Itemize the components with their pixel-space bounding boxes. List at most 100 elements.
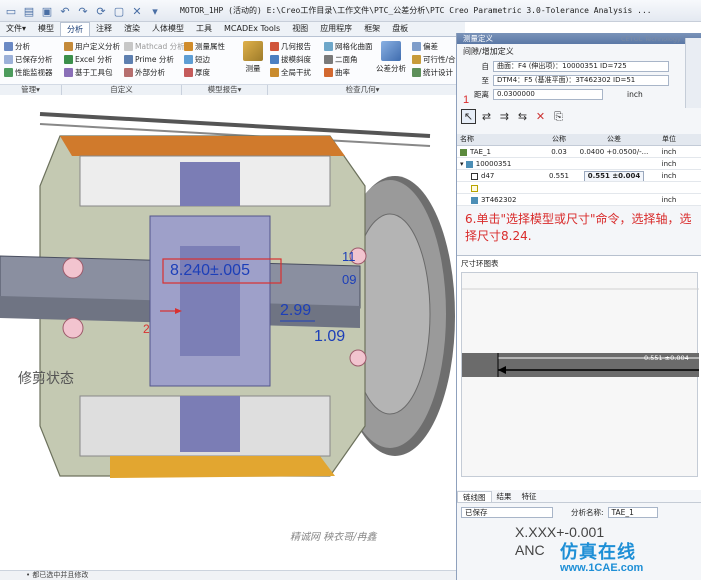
new-file-icon[interactable]: ▭: [4, 4, 18, 18]
anc-text: ANC: [515, 542, 545, 558]
chain-table: 名称 公称 公差 单位 TAE_1 0.03 0.0400 +0.0500/-.…: [457, 134, 701, 206]
tolerance-cell-field[interactable]: 0.551 ±0.004: [583, 171, 645, 181]
ribbon-external-analysis-button[interactable]: 外部分析: [124, 66, 185, 78]
add-chain-button[interactable]: ⇄: [479, 109, 494, 124]
ribbon-group-labels: 管理▾ 自定义 模型报告▾ 检查几何▾: [0, 84, 458, 95]
ribbon-deviation-button[interactable]: 偏差: [412, 40, 456, 52]
ribbon-geometry-report-button[interactable]: 几何报告: [270, 40, 311, 52]
ribbon-curvature-button[interactable]: 曲率: [324, 66, 373, 78]
tab-annotate[interactable]: 注释: [90, 22, 118, 36]
ribbon-toolkit-button[interactable]: 基于工具包: [64, 66, 120, 78]
ribbon-analysis-button[interactable]: 分析: [4, 40, 53, 52]
tab-mcadex-tools[interactable]: MCADEx Tools: [218, 22, 286, 36]
brand-watermark: 仿真在线: [560, 542, 636, 563]
tab-plate[interactable]: 盘板: [386, 22, 414, 36]
ribbon-mesh-surface-button[interactable]: 网格化曲面: [324, 40, 373, 52]
regenerate-icon[interactable]: ⟳: [94, 4, 108, 18]
window-icon[interactable]: ▢: [112, 4, 126, 18]
tab-manikin[interactable]: 人体模型: [146, 22, 190, 36]
tab-features[interactable]: 特征: [517, 491, 542, 502]
group-inspect-geometry[interactable]: 检查几何▾: [268, 85, 458, 95]
ribbon-dihedral-button[interactable]: 二面角: [324, 53, 373, 65]
tab-chain-diagram[interactable]: 链线图: [457, 491, 492, 502]
ribbon-user-defined-analysis-button[interactable]: 用户定义分析: [64, 40, 120, 52]
dialog-toolbar: ↖ ⇄ ⇉ ⇆ ✕ ⎘: [461, 109, 566, 124]
swap-button[interactable]: ⇆: [515, 109, 530, 124]
tab-file[interactable]: 文件▾: [0, 22, 32, 36]
select-model-or-dimension-button[interactable]: ↖: [461, 109, 476, 124]
part-icon: [471, 196, 478, 204]
undo-icon[interactable]: ↶: [58, 4, 72, 18]
ribbon-performance-monitor-button[interactable]: 性能监视器: [4, 66, 53, 78]
step-marker-2: 2: [143, 322, 150, 336]
from-field[interactable]: 曲面：F4 (伸出项)：10000351 ID=725: [493, 60, 669, 72]
table-row[interactable]: ▾ 10000351 inch: [457, 158, 701, 170]
tab-view[interactable]: 视图: [286, 22, 314, 36]
header-unit: 单位: [662, 135, 676, 143]
ribbon-feasibility-button[interactable]: 可行性/合: [412, 53, 456, 65]
ribbon-tolerance-analysis-button[interactable]: 公差分析: [374, 41, 408, 74]
close-window-icon[interactable]: ✕: [130, 4, 144, 18]
to-field[interactable]: DTM4：F5 (基准平面)：3T462302 ID=51: [493, 74, 669, 86]
distance-row: 距离 0.0300000 inch: [457, 87, 701, 101]
ribbon-prime-button[interactable]: Prime 分析: [124, 53, 185, 65]
tab-tools[interactable]: 工具: [190, 22, 218, 36]
ribbon-measure-button[interactable]: 测量: [238, 41, 268, 74]
saved-select[interactable]: 已保存: [461, 506, 553, 518]
rotor-core-top: [180, 162, 240, 206]
graphics-window[interactable]: 8.240±.005 11 09 2.99 1.09 2 修剪状态 精诚网 秧衣…: [0, 96, 458, 580]
step-marker-1: 1: [463, 94, 470, 106]
analysis-name-label: 分析名称:: [571, 507, 604, 517]
chain-bottom-tabs: 链线图 结果 特征: [457, 491, 701, 503]
ribbon-short-edge-button[interactable]: 短边: [184, 53, 225, 65]
external-icon: [124, 67, 133, 77]
ribbon-saved-analysis-button[interactable]: 已保存分析: [4, 53, 53, 65]
dim-8-24[interactable]: 8.240±.005: [170, 262, 250, 280]
tab-framework[interactable]: 框架: [358, 22, 386, 36]
table-row[interactable]: 3T462302 inch: [457, 194, 701, 206]
chain-diagram[interactable]: 0.551 ±0.004: [461, 272, 699, 477]
open-folder-icon[interactable]: ▤: [22, 4, 36, 18]
measure-row-icon: [460, 148, 467, 156]
delete-button[interactable]: ✕: [533, 109, 548, 124]
prime-icon: [124, 54, 133, 64]
ribbon-mathcad-button[interactable]: Mathcad 分析: [124, 40, 185, 52]
tab-results[interactable]: 结果: [492, 491, 517, 502]
ribbon-thickness-button[interactable]: 厚度: [184, 66, 225, 78]
tab-model[interactable]: 模型: [32, 22, 60, 36]
group-model-report[interactable]: 模型报告▾: [182, 85, 268, 95]
motor-model[interactable]: [0, 96, 458, 580]
save-icon[interactable]: ▣: [40, 4, 54, 18]
ribbon-draft-button[interactable]: 拔模斜度: [270, 53, 311, 65]
ribbon-global-interference-button[interactable]: 全局干扰: [270, 66, 311, 78]
table-row[interactable]: TAE_1 0.03 0.0400 +0.0500/-... inch: [457, 146, 701, 158]
group-manage[interactable]: 管理▾: [0, 85, 62, 95]
tab-applications[interactable]: 应用程序: [314, 22, 358, 36]
redo-icon[interactable]: ↷: [76, 4, 90, 18]
tolerance-analysis-icon: [381, 41, 401, 61]
draft-icon: [270, 54, 279, 64]
analysis-name-field[interactable]: TAE_1: [607, 506, 658, 518]
ribbon-statistical-design-button[interactable]: 统计设计: [412, 66, 456, 78]
table-row[interactable]: d47 0.551 0.551 ±0.004 inch: [457, 170, 701, 182]
tab-render[interactable]: 渲染: [118, 22, 146, 36]
tab-analysis[interactable]: 分析: [60, 22, 91, 36]
dimension-icon: [471, 172, 478, 180]
dialog-footer: 已保存 分析名称: TAE_1: [457, 505, 701, 519]
ribbon-inspect-column-1: 几何报告 拔模斜度 全局干扰: [270, 40, 311, 78]
copy-button[interactable]: ⎘: [551, 109, 566, 124]
dim-2-99[interactable]: 2.99: [280, 302, 311, 320]
table-header: 名称 公称 公差 单位: [457, 134, 701, 146]
ribbon-excel-analysis-button[interactable]: Excel 分析: [64, 53, 120, 65]
distance-field[interactable]: 0.0300000: [493, 88, 603, 100]
ribbon-mass-properties-button[interactable]: 测量属性: [184, 40, 225, 52]
dim-09[interactable]: 09: [342, 272, 356, 287]
mesh-icon: [324, 41, 333, 51]
dim-11[interactable]: 11: [342, 249, 356, 264]
footer-watermark: 精诚网 秧衣哥/冉鑫: [290, 532, 377, 543]
table-row[interactable]: [457, 182, 701, 194]
dim-1-09[interactable]: 1.09: [314, 328, 345, 346]
quick-access-toolbar: ▭ ▤ ▣ ↶ ↷ ⟳ ▢ ✕ ▾: [4, 4, 162, 18]
qat-dropdown-icon[interactable]: ▾: [148, 4, 162, 18]
replace-button[interactable]: ⇉: [497, 109, 512, 124]
